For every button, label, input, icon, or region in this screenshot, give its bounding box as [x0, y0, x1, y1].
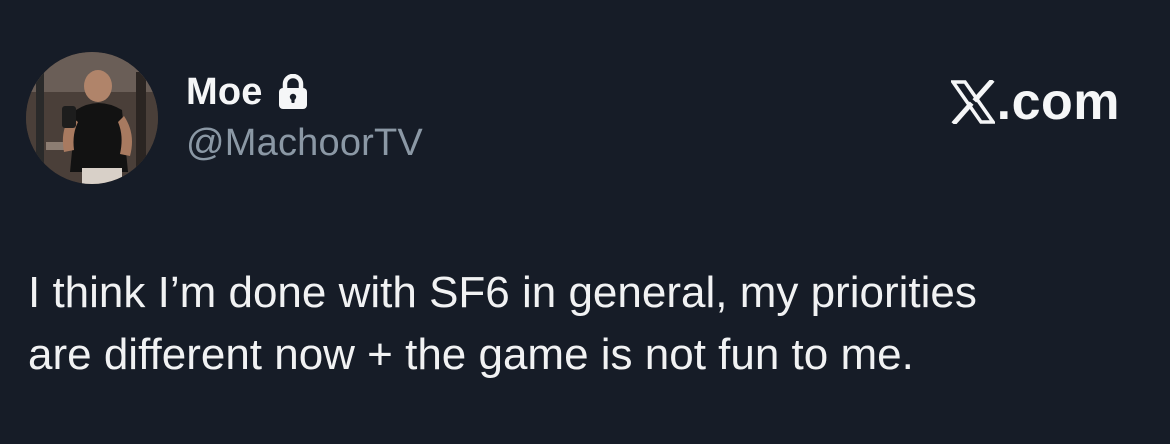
display-name-row: Moe: [186, 68, 309, 116]
lock-icon: [277, 73, 309, 110]
display-name[interactable]: Moe: [186, 71, 263, 114]
tweet-text: I think I’m done with SF6 in general, my…: [28, 268, 977, 379]
x-logo-icon: [949, 78, 996, 126]
avatar-photo-icon: [26, 52, 158, 184]
user-handle[interactable]: @MachoorTV: [186, 122, 423, 165]
avatar[interactable]: [26, 52, 158, 184]
brand-label: .com: [996, 73, 1120, 131]
tweet-card: Moe @MachoorTV .com I think I’m done wit…: [0, 0, 1170, 444]
brand-watermark: .com: [949, 72, 1120, 132]
